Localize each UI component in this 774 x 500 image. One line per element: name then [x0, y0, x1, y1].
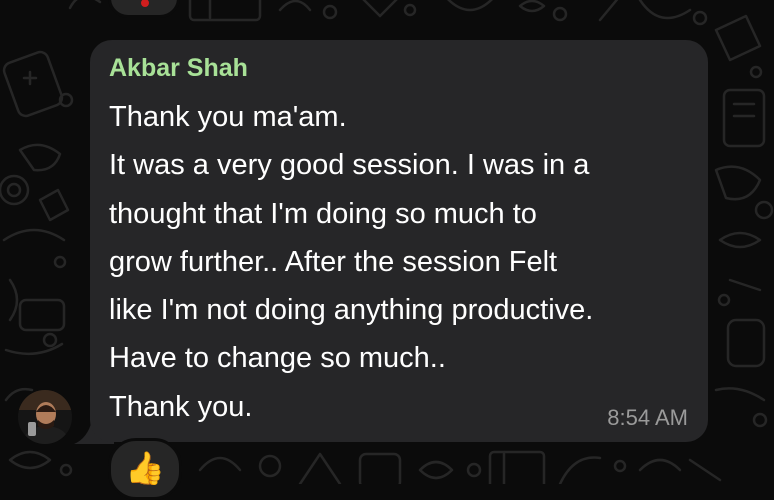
- message-line: Thank you ma'am.: [109, 101, 347, 133]
- message-line: like I'm not doing anything productive.: [109, 294, 594, 327]
- thumbs-up-reaction[interactable]: 👍: [108, 438, 182, 500]
- avatar-image: [18, 390, 72, 444]
- message-line: Have to change so much..: [109, 342, 446, 375]
- sender-avatar[interactable]: [18, 390, 72, 444]
- message-timestamp: 8:54 AM: [607, 405, 688, 430]
- message-bubble[interactable]: Akbar Shah Thank you ma'am. It was a ver…: [90, 40, 708, 442]
- message-line: grow further.. After the session Felt: [109, 245, 558, 278]
- message-text: Thank you ma'am. It was a very good sess…: [109, 93, 699, 431]
- sender-name[interactable]: Akbar Shah: [109, 54, 248, 83]
- thumbs-up-icon: 👍: [125, 450, 165, 486]
- heart-icon: [141, 0, 149, 7]
- message-line: It was a very good session. I was in a: [109, 149, 590, 182]
- message-line: thought that I'm doing so much to: [109, 197, 537, 230]
- previous-message-reaction[interactable]: [108, 0, 180, 18]
